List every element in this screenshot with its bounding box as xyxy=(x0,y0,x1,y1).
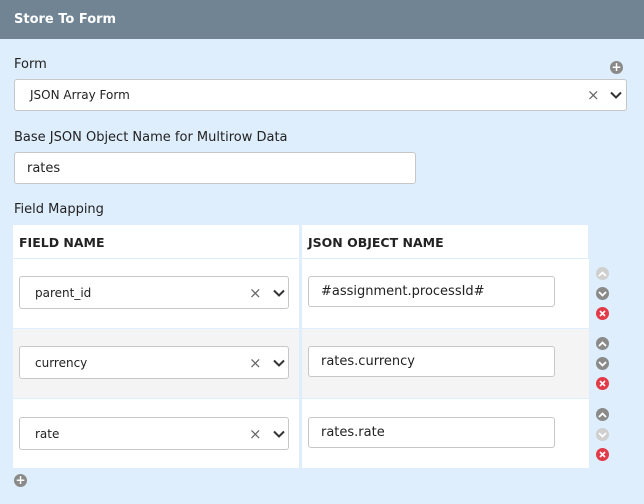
json-object-value: #assignment.processId# xyxy=(321,284,485,299)
move-up-icon[interactable] xyxy=(596,408,609,421)
delete-row-icon[interactable] xyxy=(596,448,609,461)
form-select[interactable]: JSON Array Form × xyxy=(14,79,627,111)
delete-row-icon[interactable] xyxy=(596,377,609,390)
json-object-cell: #assignment.processId# xyxy=(302,259,589,328)
field-name-value: parent_id xyxy=(35,285,92,300)
chevron-down-icon[interactable] xyxy=(273,356,285,370)
json-object-input[interactable]: rates.currency xyxy=(308,346,555,377)
field-name-select[interactable]: parent_id × xyxy=(19,276,289,309)
panel-header: Store To Form xyxy=(0,0,644,39)
json-object-input[interactable]: #assignment.processId# xyxy=(308,276,555,307)
field-name-select[interactable]: rate × xyxy=(19,417,289,450)
chevron-down-icon[interactable] xyxy=(273,427,285,441)
json-object-cell: rates.rate xyxy=(302,399,589,468)
add-row-icon[interactable]: + xyxy=(14,474,27,487)
base-object-value: rates xyxy=(27,160,61,176)
column-header-field-name: FIELD NAME xyxy=(13,225,299,258)
form-label: Form xyxy=(14,57,47,72)
json-object-value: rates.rate xyxy=(321,425,385,440)
table-row: currency × rates.currency xyxy=(13,329,589,398)
field-name-cell: rate × xyxy=(13,399,299,468)
field-mapping-label: Field Mapping xyxy=(14,202,104,217)
form-select-value: JSON Array Form xyxy=(30,88,130,102)
move-down-icon[interactable] xyxy=(596,287,609,300)
clear-icon[interactable]: × xyxy=(249,425,262,443)
table-row: parent_id × #assignment.processId# xyxy=(13,259,589,328)
field-name-value: rate xyxy=(35,426,60,441)
clear-icon[interactable]: × xyxy=(249,354,262,372)
field-name-value: currency xyxy=(35,355,88,370)
add-form-icon[interactable]: + xyxy=(610,61,623,74)
json-object-cell: rates.currency xyxy=(302,329,589,398)
field-name-cell: currency × xyxy=(13,329,299,398)
clear-icon[interactable]: × xyxy=(249,284,262,302)
json-object-value: rates.currency xyxy=(321,354,415,369)
table-row: rate × rates.rate xyxy=(13,399,589,468)
move-up-icon xyxy=(596,267,609,280)
panel-title: Store To Form xyxy=(14,12,117,27)
clear-icon[interactable]: × xyxy=(587,86,600,104)
column-header-json-object-name: JSON OBJECT NAME xyxy=(302,225,588,258)
base-object-input[interactable]: rates xyxy=(14,152,416,184)
field-name-cell: parent_id × xyxy=(13,259,299,328)
delete-row-icon[interactable] xyxy=(596,307,609,320)
chevron-down-icon[interactable] xyxy=(273,286,285,300)
move-up-icon[interactable] xyxy=(596,337,609,350)
chevron-down-icon[interactable] xyxy=(610,88,622,102)
move-down-icon xyxy=(596,428,609,441)
field-name-select[interactable]: currency × xyxy=(19,346,289,379)
base-object-label: Base JSON Object Name for Multirow Data xyxy=(14,130,288,145)
field-mapping-table: FIELD NAME JSON OBJECT NAME parent_id × … xyxy=(13,225,589,468)
move-down-icon[interactable] xyxy=(596,357,609,370)
json-object-input[interactable]: rates.rate xyxy=(308,417,555,448)
